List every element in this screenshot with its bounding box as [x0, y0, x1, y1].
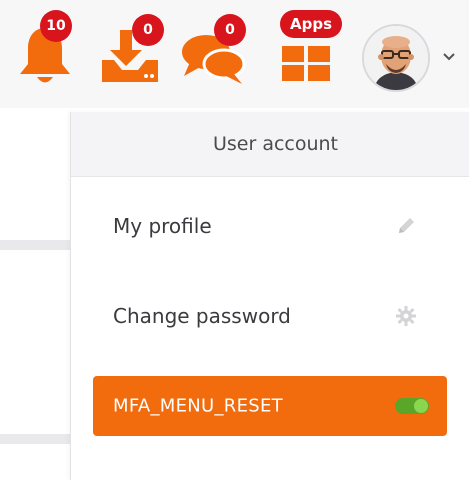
avatar	[362, 24, 430, 92]
dropdown-title: User account	[212, 133, 339, 155]
messages-button[interactable]: 0	[180, 14, 248, 86]
user-account-dropdown: User account My profile Change password	[70, 112, 469, 480]
apps-button[interactable]: Apps	[276, 10, 343, 84]
menu-item-label: MFA_MENU_RESET	[113, 395, 283, 417]
menu-item-change-password[interactable]: Change password	[71, 284, 469, 348]
menu-item-my-profile[interactable]: My profile	[71, 194, 469, 258]
toggle-knob	[414, 399, 428, 413]
page: 10 0 0 Apps User account My profile Chan…	[0, 0, 469, 480]
background-divider	[0, 240, 72, 250]
menu-item-mfa-reset[interactable]: MFA_MENU_RESET	[93, 376, 447, 436]
background-divider	[0, 434, 72, 444]
mfa-toggle-switch[interactable]	[395, 398, 429, 414]
menu-item-label: Change password	[113, 304, 291, 328]
downloads-button[interactable]: 0	[100, 14, 164, 84]
pencil-icon	[399, 218, 414, 233]
messages-badge: 0	[214, 14, 246, 46]
chevron-down-icon[interactable]	[442, 52, 456, 62]
menu-item-label: My profile	[113, 214, 212, 238]
avatar-portrait-icon	[364, 26, 428, 90]
gear-icon	[396, 306, 416, 326]
notifications-button[interactable]: 10	[14, 10, 76, 88]
downloads-badge: 0	[132, 14, 164, 46]
dropdown-header: User account	[71, 112, 469, 177]
apps-badge: Apps	[280, 10, 343, 38]
top-header-bar: 10 0 0 Apps	[0, 0, 469, 108]
user-menu-button[interactable]	[362, 24, 466, 96]
notifications-badge: 10	[40, 10, 72, 42]
